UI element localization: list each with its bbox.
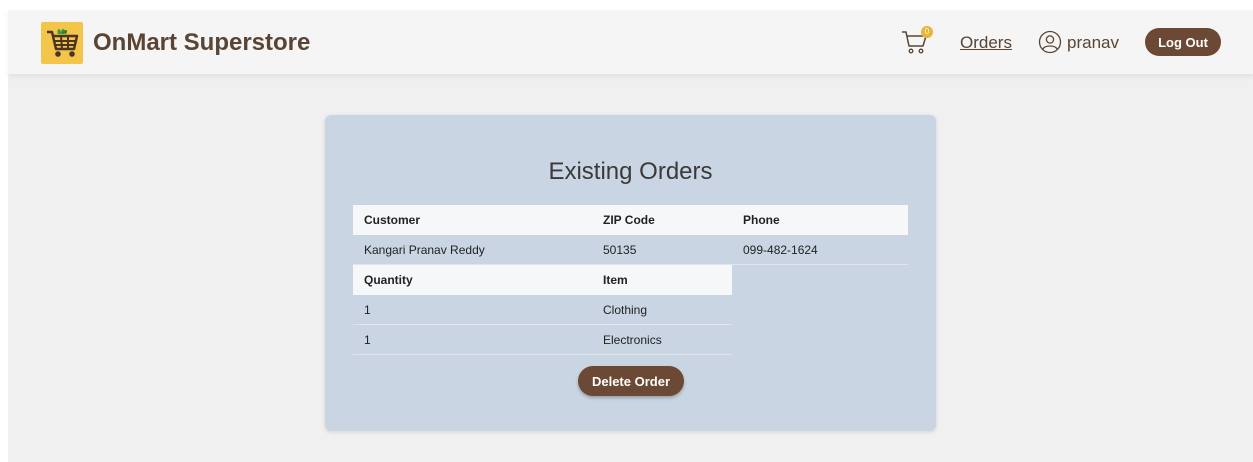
column-header-quantity: Quantity — [364, 273, 413, 287]
item-name: Electronics — [603, 333, 662, 347]
order-header-row: Customer ZIP Code Phone — [353, 205, 908, 235]
logo[interactable] — [41, 22, 83, 64]
item-row: 1 Electronics — [353, 325, 732, 355]
shopping-cart-logo-icon — [47, 28, 79, 57]
cart-count-badge: 0 — [921, 26, 933, 38]
item-row: 1 Clothing — [353, 295, 732, 325]
item-header-row: Quantity Item — [353, 265, 732, 295]
column-header-phone: Phone — [743, 213, 780, 227]
nav-orders-link[interactable]: Orders — [960, 33, 1012, 53]
orders-card: Existing Orders Customer ZIP Code Phone … — [325, 115, 936, 431]
phone-number: 099-482-1624 — [743, 243, 818, 257]
delete-order-button[interactable]: Delete Order — [578, 366, 684, 396]
item-quantity: 1 — [364, 333, 371, 347]
user-icon[interactable] — [1038, 30, 1062, 54]
order-row: Kangari Pranav Reddy 50135 099-482-1624 — [353, 235, 908, 265]
item-quantity: 1 — [364, 303, 371, 317]
column-header-item: Item — [603, 273, 628, 287]
column-header-zip: ZIP Code — [603, 213, 655, 227]
username[interactable]: pranav — [1067, 33, 1119, 53]
page: OnMart Superstore 0 Orders pranav Log Ou… — [8, 10, 1253, 462]
item-name: Clothing — [603, 303, 648, 317]
column-header-customer: Customer — [364, 213, 421, 227]
zip-code: 50135 — [603, 243, 637, 257]
brand-name[interactable]: OnMart Superstore — [93, 29, 310, 57]
logout-button[interactable]: Log Out — [1145, 28, 1221, 56]
navbar: OnMart Superstore 0 Orders pranav Log Ou… — [8, 10, 1253, 74]
card-title: Existing Orders — [548, 158, 713, 185]
customer-name: Kangari Pranav Reddy — [364, 243, 485, 257]
